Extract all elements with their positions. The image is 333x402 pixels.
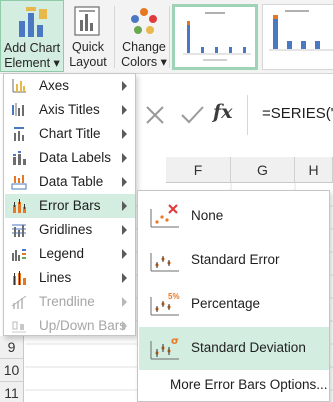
submenu-item-standard-deviation[interactable]: σ Standard Deviation	[139, 327, 329, 370]
submenu-item-percentage[interactable]: 5% Percentage	[139, 283, 329, 326]
quick-layout-button[interactable]: Quick Layout ▾	[66, 0, 110, 84]
menu-item-label: Data Labels	[39, 150, 112, 165]
error-bars-icon	[11, 198, 27, 214]
chart-style-thumbnail-2[interactable]	[262, 4, 333, 70]
up-down-bars-icon	[11, 318, 27, 334]
submenu-item-label: Standard Error	[191, 252, 280, 267]
column-header-f[interactable]: F	[166, 157, 231, 183]
menu-item-gridlines[interactable]: Gridlines	[5, 218, 135, 242]
menu-item-label: Up/Down Bars	[39, 318, 127, 333]
submenu-arrow-icon	[122, 129, 127, 139]
menu-item-axes[interactable]: Axes	[5, 74, 135, 98]
add-chart-element-icon	[15, 5, 49, 39]
add-chart-element-button[interactable]: Add Chart Element ▾	[0, 0, 64, 72]
menu-item-data-table[interactable]: Data Table	[5, 170, 135, 194]
submenu-arrow-icon	[122, 201, 127, 211]
cancel-formula-icon[interactable]	[146, 106, 164, 124]
submenu-arrow-icon	[122, 297, 127, 307]
percentage-error-icon: 5%	[149, 291, 181, 317]
submenu-item-label: None	[191, 208, 224, 223]
menu-item-label: Data Table	[39, 174, 104, 189]
menu-item-up-down-bars[interactable]: Up/Down Bars	[5, 314, 135, 338]
chart-design-ribbon: Add Chart Element ▾ Quick Layout ▾	[0, 0, 333, 84]
data-labels-icon	[11, 150, 27, 166]
more-error-bars-options-link[interactable]: More Error Bars Options...	[170, 377, 328, 392]
add-chart-element-menu: Axes Axis Titles Chart Title Data Labels…	[3, 73, 136, 336]
column-header-g[interactable]: G	[231, 157, 295, 183]
formula-bar-separator	[247, 95, 248, 135]
change-colors-icon	[127, 4, 161, 38]
submenu-item-none[interactable]: None	[139, 195, 329, 238]
standard-error-icon	[149, 247, 181, 273]
ribbon-separator	[169, 6, 170, 68]
menu-item-data-labels[interactable]: Data Labels	[5, 146, 135, 170]
change-colors-button[interactable]: Change Colors ▾	[120, 0, 168, 72]
enter-formula-icon[interactable]	[181, 106, 204, 124]
submenu-arrow-icon	[122, 225, 127, 235]
row-header-11[interactable]: 11	[0, 382, 24, 402]
menu-item-trendline[interactable]: Trendline	[5, 290, 135, 314]
lines-icon	[11, 270, 27, 286]
submenu-item-label: Percentage	[191, 296, 261, 311]
axes-icon	[11, 78, 27, 94]
submenu-arrow-icon	[122, 177, 127, 187]
menu-item-chart-title[interactable]: Chart Title	[5, 122, 135, 146]
axis-titles-icon	[11, 102, 27, 118]
chart-title-icon	[11, 126, 27, 142]
submenu-arrow-icon	[122, 105, 127, 115]
submenu-item-label: Standard Deviation	[191, 340, 306, 355]
add-chart-element-label-1: Add Chart	[3, 41, 61, 55]
chart-style-thumbnail-1[interactable]	[172, 4, 258, 70]
menu-item-error-bars[interactable]: Error Bars	[5, 194, 135, 218]
submenu-arrow-icon	[122, 249, 127, 259]
menu-item-label: Gridlines	[39, 222, 93, 237]
submenu-arrow-icon	[122, 81, 127, 91]
menu-item-label: Axes	[39, 78, 70, 93]
formula-input[interactable]: =SERIES("m	[262, 105, 333, 122]
menu-item-label: Legend	[39, 246, 85, 261]
data-table-icon	[11, 174, 27, 190]
standard-deviation-icon: σ	[149, 335, 181, 361]
submenu-item-standard-error[interactable]: Standard Error	[139, 239, 329, 282]
change-colors-label-1: Change	[122, 40, 166, 54]
submenu-arrow-icon	[122, 273, 127, 283]
error-bars-none-icon	[149, 203, 181, 229]
row-header-10[interactable]: 10	[0, 359, 24, 382]
ribbon-separator	[114, 6, 115, 68]
column-header-h[interactable]: H	[295, 157, 333, 183]
error-bars-submenu: None Standard Error 5% Percentage σ Stan…	[137, 190, 330, 402]
sigma-icon-text: σ	[171, 336, 179, 347]
menu-item-lines[interactable]: Lines	[5, 266, 135, 290]
change-colors-label-2: Colors ▾	[121, 55, 167, 69]
quick-layout-icon	[71, 4, 105, 38]
trendline-icon	[11, 294, 27, 310]
menu-item-label: Error Bars	[39, 198, 101, 213]
menu-item-legend[interactable]: Legend	[5, 242, 135, 266]
row-header-9[interactable]: 9	[0, 336, 24, 359]
submenu-arrow-icon	[122, 153, 127, 163]
menu-item-axis-titles[interactable]: Axis Titles	[5, 98, 135, 122]
chart-style-preview-icon	[183, 12, 251, 61]
add-chart-element-label-2: Element ▾	[4, 56, 60, 70]
menu-item-label: Lines	[39, 270, 72, 285]
legend-icon	[11, 246, 27, 262]
menu-item-label: Trendline	[39, 294, 95, 309]
chart-style-preview-icon	[269, 10, 333, 51]
insert-function-button[interactable]: fx	[213, 101, 233, 123]
menu-item-label: Axis Titles	[39, 102, 100, 117]
quick-layout-label-1: Quick	[72, 40, 104, 54]
submenu-arrow-icon	[122, 321, 127, 331]
percentage-icon-text: 5%	[168, 292, 180, 301]
gridlines-icon	[11, 222, 27, 238]
menu-item-label: Chart Title	[39, 126, 101, 141]
